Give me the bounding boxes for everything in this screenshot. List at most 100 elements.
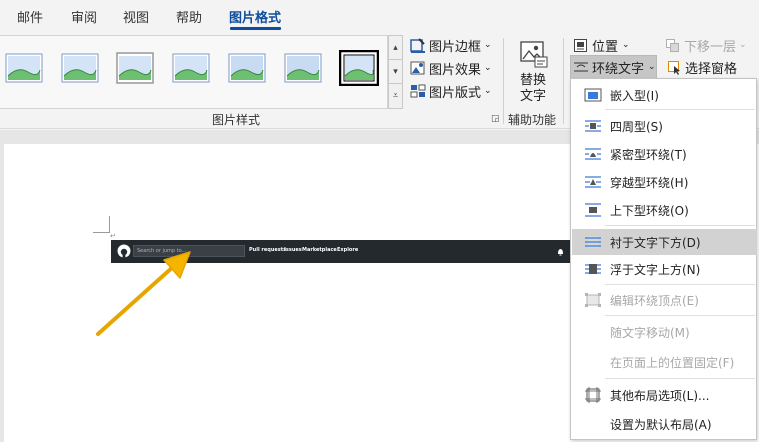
wrap-menu-item-label: 上下型环绕(O) <box>610 204 689 218</box>
bell-icon <box>558 249 563 256</box>
selection-pane-button[interactable]: 选择窗格 <box>667 56 737 78</box>
wrap-menu-item-label: 嵌入型(I) <box>610 89 659 103</box>
picture-style-thumbnail[interactable] <box>171 50 211 86</box>
group-divider <box>503 38 504 124</box>
picture-layout-icon <box>410 84 426 98</box>
gallery-expand-icon[interactable]: ⩡ <box>389 84 402 108</box>
picture-style-thumbnail[interactable] <box>4 50 44 86</box>
edit-wrap-points-icon <box>585 293 601 307</box>
wrap-text-menu: 嵌入型(I) 四周型(S) 紧密型环绕(T) 穿越型环绕(H) 上下型环绕(O) 衬于文字… <box>570 78 757 440</box>
picture-styles-group-label: 图片样式 <box>212 113 261 127</box>
wrap-menu-item-label: 穿越型环绕(H) <box>610 176 689 190</box>
wrap-menu-item[interactable]: 紧密型环绕(T) <box>572 141 757 167</box>
picture-layout-label: 图片版式 <box>429 85 482 101</box>
chevron-down-icon: ⌄ <box>648 62 656 72</box>
alt-text-label-2: 文字 <box>519 89 546 104</box>
wrap-menu-item-label: 紧密型环绕(T) <box>610 148 687 162</box>
more-layout-icon <box>585 387 601 403</box>
gallery-down-icon[interactable]: ▾ <box>389 60 402 84</box>
picture-border-label: 图片边框 <box>429 39 482 55</box>
chevron-down-icon: ⌄ <box>484 63 492 73</box>
wrap-menu-item[interactable]: 四周型(S) <box>572 113 757 139</box>
dialog-launcher-icon[interactable]: ◲ <box>491 114 500 124</box>
picture-style-thumbnail[interactable] <box>283 50 323 86</box>
tab-view[interactable]: 视图 <box>123 7 149 26</box>
paragraph-mark-icon: ↵ <box>110 232 116 240</box>
position-icon <box>574 38 587 52</box>
wrap-menu-item-label: 浮于文字上方(N) <box>610 263 701 277</box>
gallery-scroll: ▴ ▾ ⩡ <box>388 35 403 109</box>
tab-picture-format[interactable]: 图片格式 <box>229 7 281 26</box>
picture-style-thumbnail[interactable] <box>115 50 155 86</box>
tab-help[interactable]: 帮助 <box>176 7 202 26</box>
send-backward-button[interactable]: 下移一层 ⌄ <box>665 34 747 56</box>
active-tab-indicator <box>230 27 281 30</box>
wrap-menu-item-label: 四周型(S) <box>610 120 663 134</box>
wrap-text-button[interactable]: 环绕文字 ⌄ <box>570 55 657 79</box>
position-label: 位置 <box>592 39 619 55</box>
tight-wrap-icon <box>585 148 601 160</box>
send-backward-label: 下移一层 <box>684 39 737 55</box>
behind-text-icon <box>585 236 601 248</box>
menu-separator <box>605 109 755 110</box>
menu-separator <box>605 284 755 285</box>
group-divider <box>563 38 564 124</box>
chevron-down-icon: ⌄ <box>484 40 492 50</box>
wrap-menu-item-label: 在页面上的位置固定(F) <box>610 356 735 370</box>
wrap-menu-item[interactable]: 设置为默认布局(A) <box>572 411 757 437</box>
picture-effects-button[interactable]: 图片效果 ⌄ <box>410 57 492 79</box>
tab-review[interactable]: 审阅 <box>71 7 97 26</box>
menu-separator <box>605 378 755 379</box>
ribbon-tab-bar: 邮件 审阅 视图 帮助 图片格式 <box>0 0 759 32</box>
wrap-menu-item: 随文字移动(M) <box>572 319 757 345</box>
selection-pane-icon <box>668 60 680 75</box>
send-backward-icon <box>666 38 679 52</box>
wrap-menu-item[interactable]: 嵌入型(I) <box>572 82 757 108</box>
accessibility-group-label: 辅助功能 <box>508 113 557 127</box>
alt-text-button[interactable]: 替换 文字 <box>513 40 553 105</box>
gallery-up-icon[interactable]: ▴ <box>389 36 402 60</box>
wrap-menu-item-label: 编辑环绕顶点(E) <box>610 294 699 308</box>
wrap-menu-item-label: 衬于文字下方(D) <box>610 236 701 250</box>
wrap-menu-item[interactable]: 衬于文字下方(D) <box>572 229 757 255</box>
github-nav-marketplace: Marketplace <box>302 247 337 253</box>
in-front-text-icon <box>585 264 601 274</box>
picture-style-thumbnail[interactable] <box>227 50 267 86</box>
picture-style-thumbnail[interactable] <box>338 49 380 87</box>
margin-crop-mark <box>93 216 110 233</box>
github-nav-explore: Explore <box>337 247 359 253</box>
chevron-down-icon: ⌄ <box>622 40 630 50</box>
picture-border-icon <box>410 38 425 53</box>
github-nav-issues: Issues <box>284 247 302 253</box>
through-wrap-icon <box>585 176 601 188</box>
wrap-menu-item: 在页面上的位置固定(F) <box>572 349 757 375</box>
wrap-menu-item[interactable]: 浮于文字上方(N) <box>572 256 757 282</box>
menu-separator <box>605 315 755 316</box>
picture-border-button[interactable]: 图片边框 ⌄ <box>410 34 492 56</box>
wrap-menu-item[interactable]: 穿越型环绕(H) <box>572 169 757 195</box>
position-button[interactable]: 位置 ⌄ <box>573 34 630 56</box>
wrap-menu-item[interactable]: 上下型环绕(O) <box>572 197 757 223</box>
top-bottom-wrap-icon <box>585 203 601 217</box>
chevron-down-icon: ⌄ <box>739 40 747 50</box>
menu-separator <box>605 225 755 226</box>
wrap-menu-item-label: 其他布局选项(L)... <box>610 389 710 403</box>
chevron-down-icon: ⌄ <box>484 86 492 96</box>
wrap-text-icon <box>574 62 588 72</box>
wrap-menu-item-label: 随文字移动(M) <box>610 326 690 340</box>
alt-text-label-1: 替换 <box>519 73 546 88</box>
wrap-menu-item: 编辑环绕顶点(E) <box>572 287 757 313</box>
picture-effects-icon <box>410 61 425 75</box>
selection-pane-label: 选择窗格 <box>685 61 738 77</box>
picture-layout-button[interactable]: 图片版式 ⌄ <box>410 80 492 102</box>
inline-wrap-icon <box>584 88 602 102</box>
picture-styles-gallery <box>0 35 388 109</box>
wrap-menu-item-label: 设置为默认布局(A) <box>610 418 712 432</box>
github-nav-pull-requests: Pull requests <box>249 247 287 253</box>
picture-style-thumbnail[interactable] <box>60 50 100 86</box>
tab-mailings[interactable]: 邮件 <box>17 7 43 26</box>
wrap-text-label: 环绕文字 <box>592 61 645 77</box>
alt-text-icon <box>520 41 548 68</box>
wrap-menu-item[interactable]: 其他布局选项(L)... <box>572 382 757 408</box>
picture-effects-label: 图片效果 <box>429 62 482 78</box>
